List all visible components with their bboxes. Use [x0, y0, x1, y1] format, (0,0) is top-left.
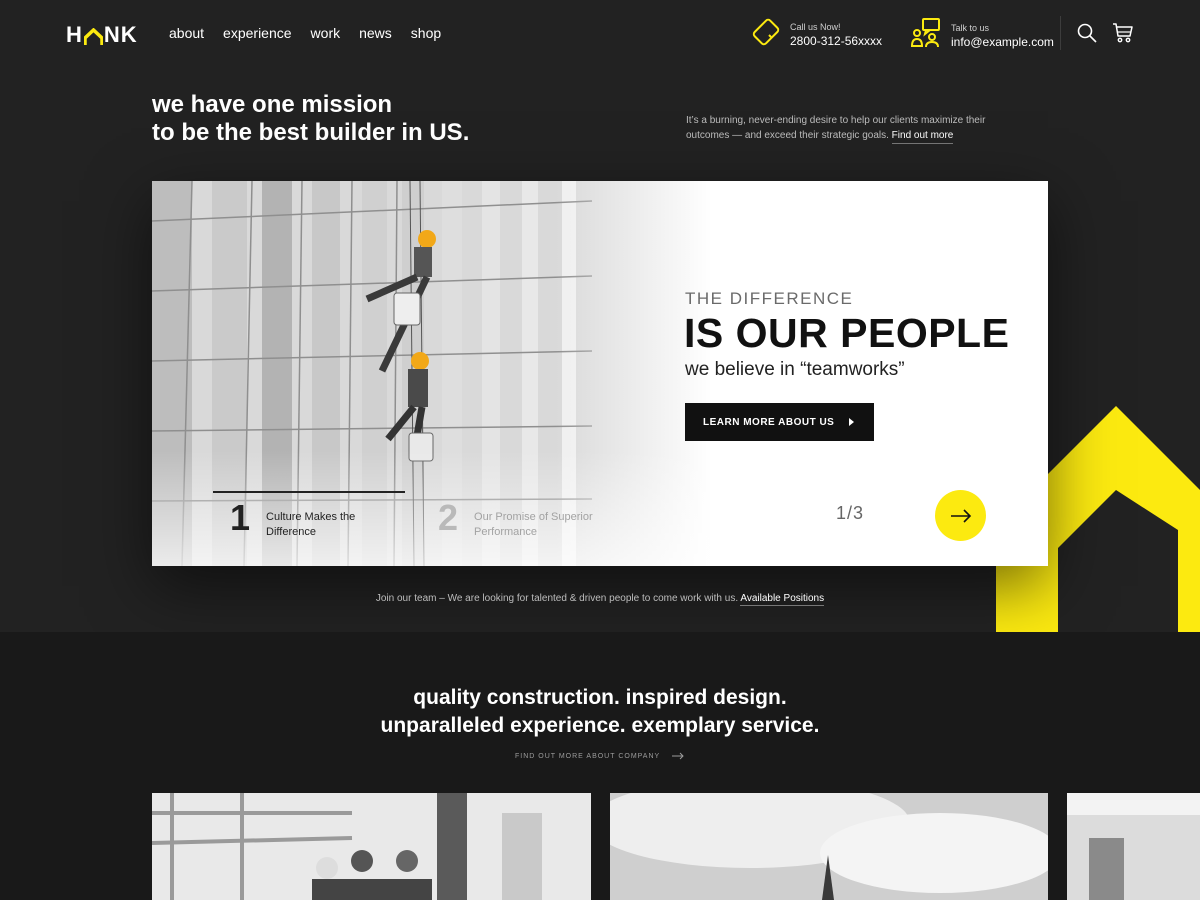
quality-line-1: quality construction. inspired design. — [413, 686, 787, 709]
step-progress-bar — [213, 491, 405, 493]
play-arrow-icon — [849, 418, 854, 426]
project-thumbnail-interior[interactable] — [1067, 793, 1200, 900]
nav-about[interactable]: about — [169, 25, 204, 41]
logo-text-start: H — [66, 22, 83, 47]
next-slide-button[interactable] — [935, 490, 986, 541]
project-thumbnail-construction[interactable] — [152, 793, 591, 900]
nav-work[interactable]: work — [311, 25, 341, 41]
step-number: 1 — [230, 497, 251, 538]
mission-heading: we have one mission to be the best build… — [152, 91, 469, 147]
search-icon[interactable] — [1077, 23, 1097, 48]
about-company-link[interactable]: FIND OUT MORE ABOUT COMPANY — [0, 752, 1200, 760]
phone-icon — [752, 18, 780, 51]
contact-email[interactable]: Talk to us info@example.com — [910, 18, 1054, 53]
logo-roof-icon — [83, 26, 104, 45]
mission-line-1: we have one mission — [152, 91, 393, 118]
phone-caption: Call us Now! — [790, 21, 841, 32]
quality-line-2: unparalleled experience. exemplary servi… — [380, 714, 820, 737]
header-divider — [1060, 16, 1061, 50]
nav-shop[interactable]: shop — [411, 25, 441, 41]
slide-headline: IS OUR PEOPLE — [684, 310, 1010, 356]
site-header: H NK about experience work news shop Cal… — [0, 0, 1200, 68]
email-address: info@example.com — [951, 34, 1054, 49]
mission-line-2: to be the best builder in US. — [152, 119, 470, 146]
main-nav: about experience work news shop — [169, 25, 441, 41]
nav-news[interactable]: news — [359, 25, 392, 41]
learn-more-label: LEARN MORE ABOUT US — [703, 416, 835, 428]
nav-experience[interactable]: experience — [223, 25, 292, 41]
slide-pager: 1/3 — [836, 503, 865, 523]
slide-step-1[interactable]: 1 Culture Makes the Difference — [230, 499, 396, 540]
hero-slider: 1 Culture Makes the Difference 2 Our Pro… — [152, 181, 1048, 566]
logo[interactable]: H NK — [66, 22, 138, 48]
available-positions-link[interactable]: Available Positions — [740, 593, 825, 606]
join-team-text: Join our team – We are looking for talen… — [0, 593, 1200, 606]
slide-tagline: we believe in “teamworks” — [685, 359, 905, 380]
logo-text-end: NK — [103, 22, 138, 47]
contact-phone[interactable]: Call us Now! 2800-312-56xxxx — [752, 18, 882, 51]
step-label: Culture Makes the Difference — [266, 511, 356, 538]
slide-step-2[interactable]: 2 Our Promise of Superior Performance — [438, 499, 604, 540]
email-caption: Talk to us — [951, 22, 990, 33]
step-label: Our Promise of Superior Performance — [474, 511, 593, 538]
arrow-right-icon — [672, 752, 684, 760]
find-out-more-link[interactable]: Find out more — [891, 130, 954, 144]
learn-more-button[interactable]: LEARN MORE ABOUT US — [685, 403, 874, 441]
join-text: Join our team – We are looking for talen… — [375, 593, 739, 604]
project-thumbnail-sky[interactable] — [610, 793, 1048, 900]
arrow-right-icon — [950, 508, 971, 523]
about-company-label: FIND OUT MORE ABOUT COMPANY — [514, 752, 661, 760]
intro-description: It’s a burning, never-ending desire to h… — [686, 113, 986, 144]
cart-icon[interactable] — [1112, 23, 1134, 48]
phone-number: 2800-312-56xxxx — [790, 33, 883, 48]
chat-users-icon — [910, 18, 941, 53]
quality-heading: quality construction. inspired design. u… — [0, 684, 1200, 740]
step-number: 2 — [438, 497, 459, 538]
slide-eyebrow: THE DIFFERENCE — [685, 289, 854, 308]
